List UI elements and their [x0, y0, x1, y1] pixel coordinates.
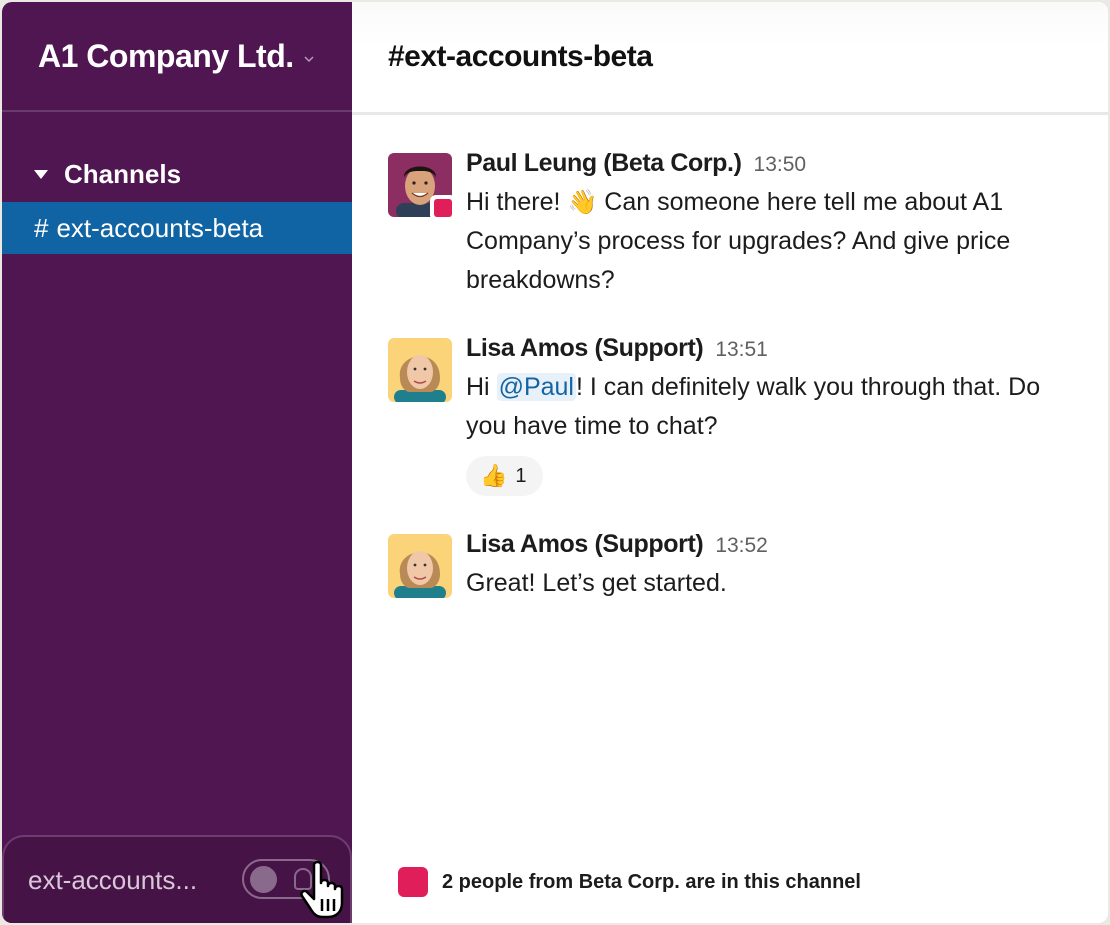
message-text: Great! Let’s get started. — [466, 569, 727, 597]
thumbs-up-emoji-icon: 👍 — [480, 463, 508, 488]
message-list: Paul Leung (Beta Corp.) 13:50 Hi there! … — [352, 115, 1108, 603]
external-org-badge — [430, 195, 456, 221]
shared-channel-footer: ext-accounts... — [2, 835, 352, 923]
message-author[interactable]: Paul Leung (Beta Corp.) — [466, 149, 742, 178]
slack-window: A1 Company Ltd. Channels # ext-accounts-… — [2, 2, 1108, 923]
caret-down-icon[interactable] — [34, 169, 48, 179]
message-timestamp[interactable]: 13:51 — [715, 338, 768, 362]
channels-label: Channels — [64, 158, 182, 189]
message-timestamp[interactable]: 13:50 — [754, 153, 807, 177]
text-segment: Hi — [466, 373, 497, 401]
hand-pointer-cursor-icon — [300, 860, 344, 919]
workspace-name[interactable]: A1 Company Ltd. — [38, 38, 294, 75]
toggle-knob[interactable] — [250, 866, 277, 893]
avatar-lisa-amos[interactable] — [388, 534, 452, 598]
external-org-icon — [398, 867, 428, 897]
workspace-header[interactable]: A1 Company Ltd. — [2, 2, 352, 112]
sidebar: A1 Company Ltd. Channels # ext-accounts-… — [2, 2, 352, 923]
channel-title[interactable]: #ext-accounts-beta — [388, 40, 653, 74]
channel-view: #ext-accounts-beta Paul Leung (Beta Corp… — [352, 2, 1108, 923]
message: Lisa Amos (Support) 13:51 Hi @Paul! I ca… — [352, 334, 1108, 496]
user-mention[interactable]: @Paul — [496, 373, 576, 401]
message: Paul Leung (Beta Corp.) 13:50 Hi there! … — [352, 149, 1108, 300]
external-members-notice: 2 people from Beta Corp. are in this cha… — [398, 867, 861, 897]
reaction-button[interactable]: 👍 1 — [466, 456, 543, 496]
message-timestamp[interactable]: 13:52 — [715, 534, 768, 558]
channel-header: #ext-accounts-beta — [352, 2, 1108, 115]
message-text: Hi there! 👋 Can someone here tell me abo… — [466, 183, 1066, 300]
text-segment: Hi there! — [466, 188, 568, 216]
footer-channel-preview: ext-accounts... — [28, 864, 198, 895]
hash-icon: # — [34, 212, 49, 243]
message-author[interactable]: Lisa Amos (Support) — [466, 334, 704, 363]
notice-text: 2 people from Beta Corp. are in this cha… — [442, 870, 861, 893]
sidebar-channel-ext-accounts-beta[interactable]: # ext-accounts-beta — [2, 202, 352, 254]
reaction-count: 1 — [515, 464, 527, 487]
message: Lisa Amos (Support) 13:52 Great! Let’s g… — [352, 530, 1108, 603]
avatar-lisa-amos[interactable] — [388, 338, 452, 402]
channel-name: ext-accounts-beta — [56, 212, 264, 243]
message-author[interactable]: Lisa Amos (Support) — [466, 530, 704, 559]
waving-hand-emoji-icon: 👋 — [567, 189, 598, 216]
chevron-down-icon[interactable] — [304, 54, 314, 64]
channels-section-header[interactable]: Channels — [2, 154, 352, 194]
message-text: Hi @Paul! I can definitely walk you thro… — [466, 368, 1066, 446]
